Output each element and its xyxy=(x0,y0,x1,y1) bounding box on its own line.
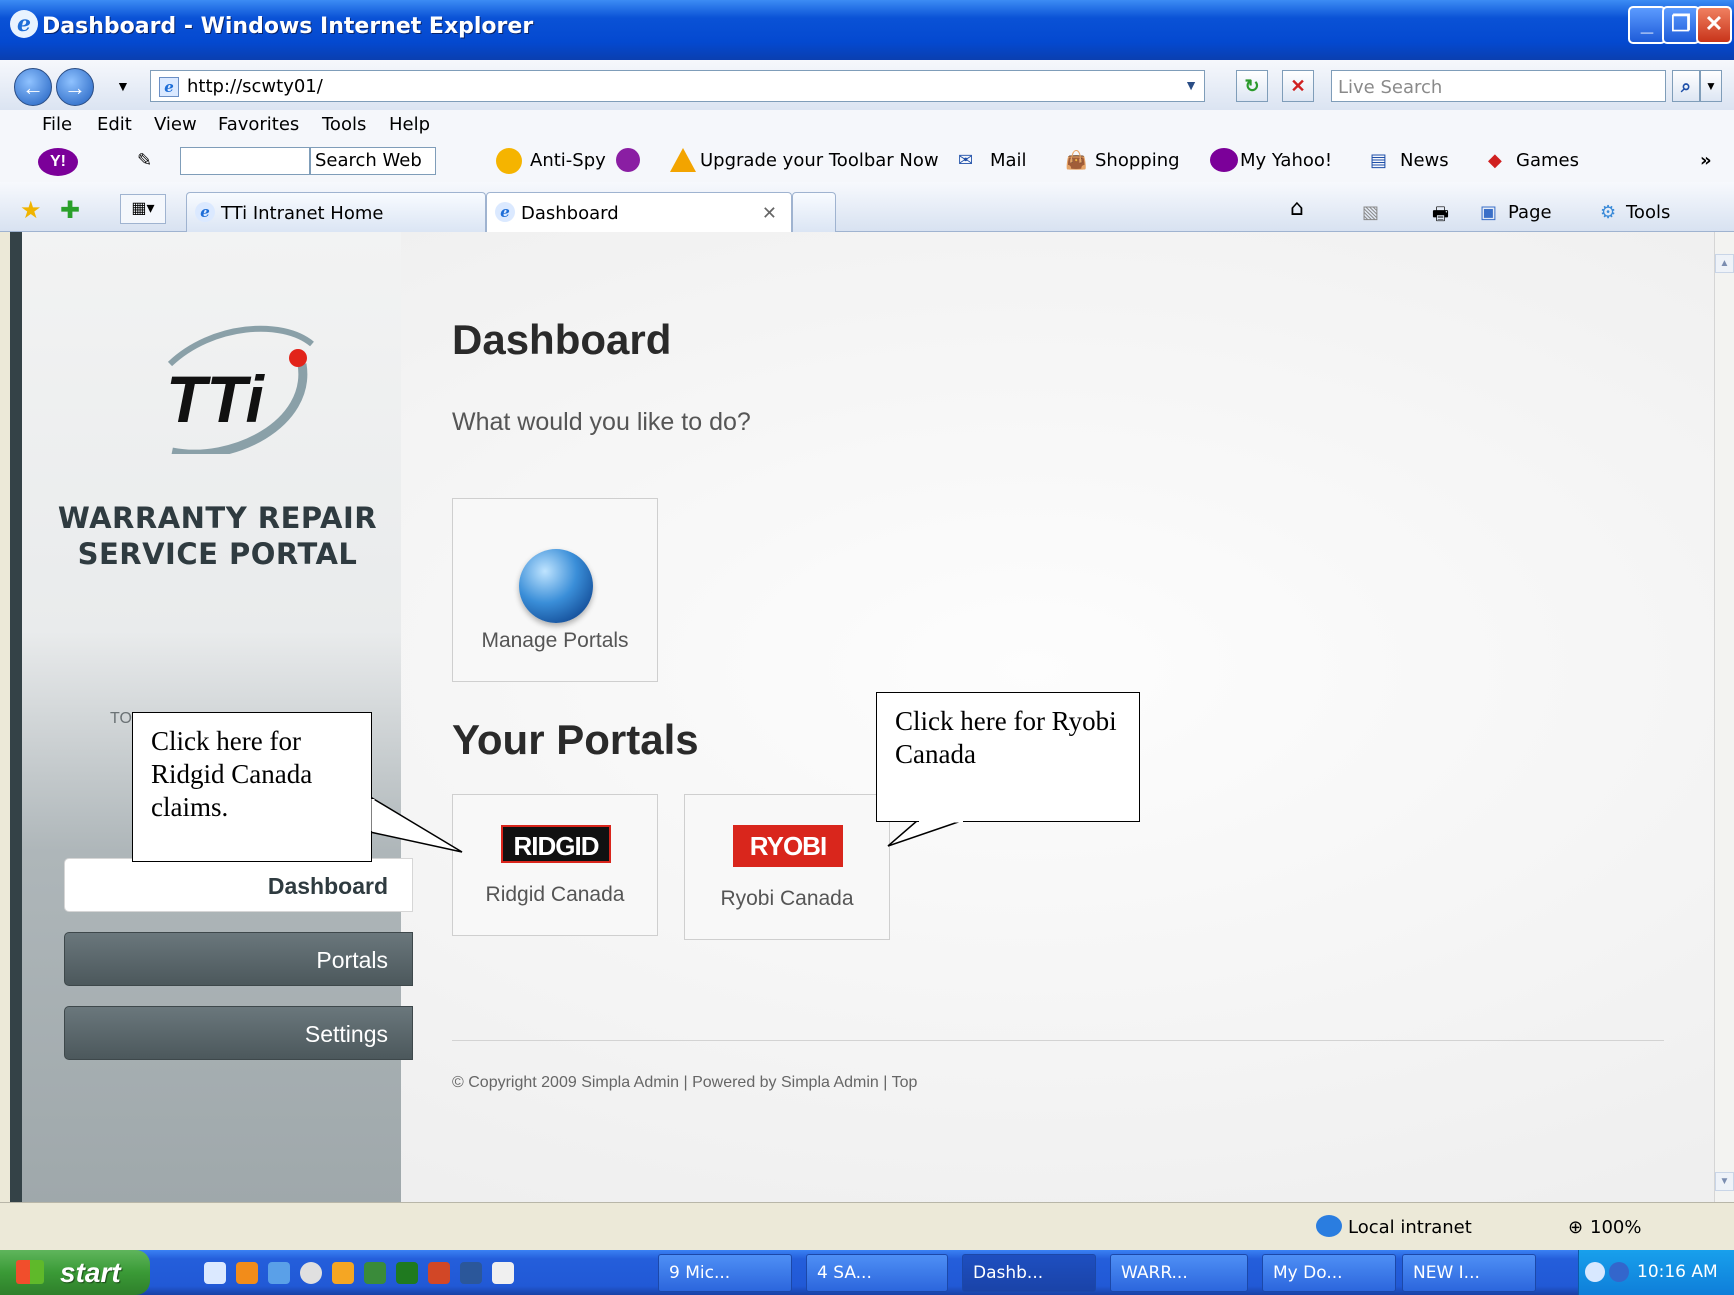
app-quicklaunch-icon[interactable] xyxy=(268,1262,290,1284)
taskbar: start 9 Mic... 4 SA... Dashb... WARR... … xyxy=(0,1250,1734,1295)
task-new-word-doc[interactable]: NEW I... xyxy=(1402,1254,1536,1292)
start-button[interactable]: start xyxy=(0,1250,150,1295)
ie-quicklaunch-icon[interactable] xyxy=(204,1262,226,1284)
task-sap[interactable]: 4 SA... xyxy=(806,1254,948,1292)
tray-app-icon[interactable] xyxy=(1609,1262,1629,1282)
firefox-quicklaunch-icon[interactable] xyxy=(236,1262,258,1284)
system-tray: 10:16 AM xyxy=(1578,1250,1734,1295)
task-dashboard[interactable]: Dashb... xyxy=(962,1254,1096,1292)
status-bar: Local intranet ⊕ 100% xyxy=(0,1202,1734,1250)
zoom-icon: ⊕ xyxy=(1568,1217,1584,1237)
task-my-documents[interactable]: My Do... xyxy=(1262,1254,1396,1292)
project-quicklaunch-icon[interactable] xyxy=(364,1262,386,1284)
intranet-zone-icon xyxy=(1316,1215,1342,1237)
media-quicklaunch-icon[interactable] xyxy=(300,1262,322,1284)
excel-quicklaunch-icon[interactable] xyxy=(396,1262,418,1284)
task-outlook[interactable]: 9 Mic... xyxy=(658,1254,792,1292)
security-zone: Local intranet xyxy=(1348,1217,1472,1238)
task-warranty-excel[interactable]: WARR... xyxy=(1110,1254,1248,1292)
outlook-quicklaunch-icon[interactable] xyxy=(332,1262,354,1284)
start-label: start xyxy=(60,1257,121,1288)
powerpoint-quicklaunch-icon[interactable] xyxy=(428,1262,450,1284)
clock: 10:16 AM xyxy=(1637,1262,1718,1282)
word-quicklaunch-icon[interactable] xyxy=(460,1262,482,1284)
mail-quicklaunch-icon[interactable] xyxy=(492,1262,514,1284)
callout-pointer-joins xyxy=(371,799,963,831)
tray-expand-icon[interactable] xyxy=(1585,1262,1605,1282)
zoom-level[interactable]: 100% xyxy=(1590,1217,1641,1238)
windows-flag-icon xyxy=(16,1260,44,1284)
